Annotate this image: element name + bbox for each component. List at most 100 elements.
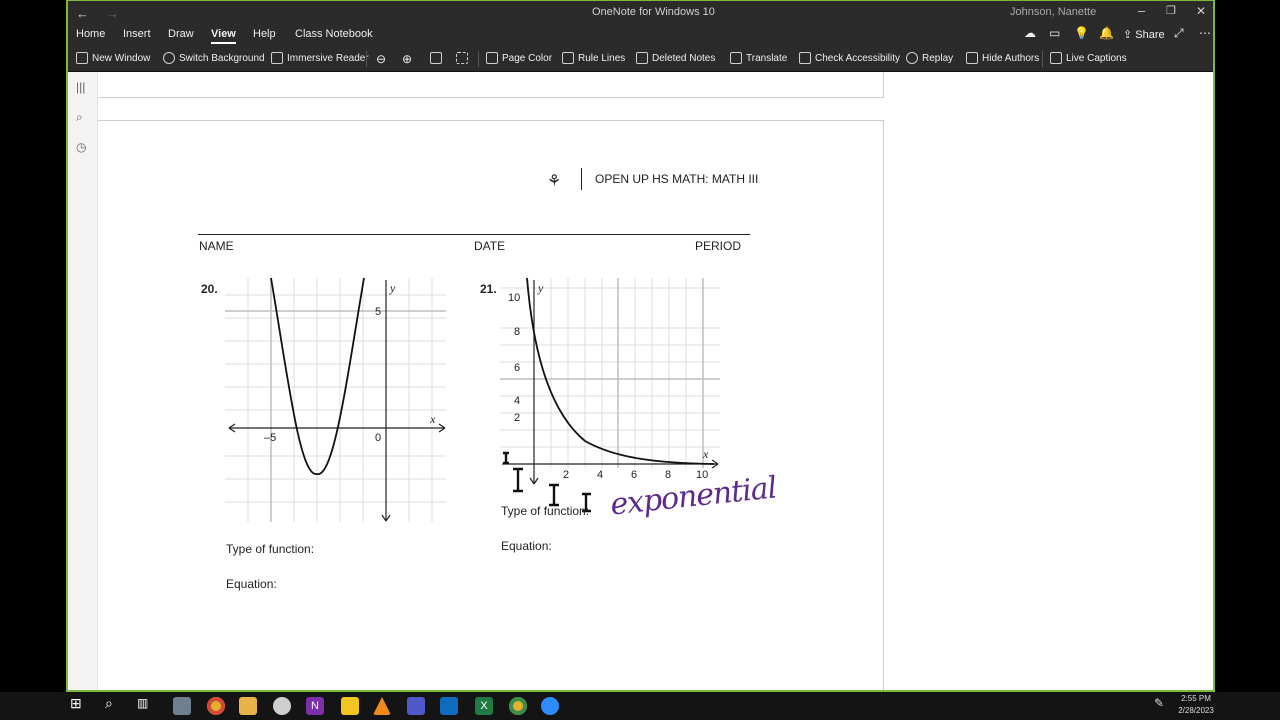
page-color-icon [486, 52, 498, 64]
problem-20-number: 20. [201, 282, 218, 296]
tick-x-6: 6 [631, 469, 637, 481]
left-nav: ||| ⌕ ◷ [68, 72, 98, 690]
user-name[interactable]: Johnson, Nanette [1010, 6, 1096, 18]
y-axis-label: y [537, 281, 544, 295]
clock-time[interactable]: 2:55 PM [1172, 694, 1220, 703]
switch-background-button[interactable]: Switch Background [163, 52, 265, 64]
hide-authors-button[interactable]: Hide Authors [966, 52, 1039, 64]
share-label: Share [1135, 29, 1165, 41]
translate-label: Translate [746, 52, 788, 64]
live-captions-button[interactable]: Live Captions [1050, 52, 1127, 64]
menu-class-notebook[interactable]: Class Notebook [295, 28, 373, 40]
more-options-icon[interactable]: ⋯ [1199, 26, 1211, 40]
onenote-window: ← → OneNote for Windows 10 Johnson, Nane… [66, 0, 1215, 692]
page-width-icon[interactable] [430, 52, 442, 64]
window-title: OneNote for Windows 10 [592, 6, 715, 18]
recent-clock-icon[interactable]: ◷ [76, 140, 86, 154]
header-divider [581, 168, 582, 190]
windows-start-icon[interactable]: ⊞ [70, 695, 88, 713]
live-captions-label: Live Captions [1066, 52, 1127, 64]
onenote-icon[interactable]: N [306, 697, 324, 715]
ribbon-divider [478, 51, 479, 67]
search-icon[interactable]: ⌕ [105, 695, 123, 713]
name-line [198, 234, 750, 235]
x-axis-label: x [702, 447, 709, 461]
period-label: PERIOD [695, 239, 742, 253]
zoom-in-icon[interactable]: ⊕ [402, 52, 412, 66]
restore-icon[interactable]: ❐ [1166, 4, 1176, 17]
fit-page-icon[interactable] [456, 52, 468, 64]
new-window-label: New Window [92, 52, 151, 64]
tick-x-neg5: –5 [264, 432, 276, 444]
page-color-button[interactable]: Page Color [486, 52, 552, 64]
chrome-icon[interactable] [207, 697, 225, 715]
accessibility-icon [799, 52, 811, 64]
ribbon-divider [1042, 51, 1043, 67]
check-accessibility-label: Check Accessibility [815, 52, 901, 64]
captions-icon [1050, 52, 1062, 64]
translate-icon [730, 52, 742, 64]
task-view-icon[interactable]: ▥ [137, 696, 155, 714]
name-label: NAME [199, 239, 234, 253]
x-axis-label: x [429, 412, 436, 426]
immersive-reader-button[interactable]: Immersive Reader [271, 52, 369, 64]
pen-icon[interactable]: ✎ [1154, 696, 1172, 714]
publisher-logo-icon: ⚘ [547, 173, 562, 190]
zoom-out-icon[interactable]: ⊖ [376, 52, 386, 66]
app-icon[interactable] [273, 697, 291, 715]
notebooks-icon[interactable]: ||| [76, 80, 85, 94]
check-accessibility-button[interactable]: Check Accessibility [799, 52, 900, 64]
translate-button[interactable]: Translate [730, 52, 787, 64]
back-arrow-icon[interactable]: ← [76, 6, 89, 21]
zoom-icon[interactable] [541, 697, 559, 715]
previous-page-edge [98, 72, 884, 98]
calculator-icon[interactable] [173, 697, 191, 715]
note-canvas[interactable]: ⚘ OPEN UP HS MATH: MATH III NAME DATE PE… [98, 72, 1213, 690]
menu-home[interactable]: Home [76, 28, 105, 40]
new-window-button[interactable]: New Window [76, 52, 150, 64]
menu-insert[interactable]: Insert [123, 28, 151, 40]
sticky-notes-icon[interactable] [341, 697, 359, 715]
menu-draw[interactable]: Draw [168, 28, 194, 40]
sync-icon[interactable]: ☁ [1024, 26, 1036, 40]
deleted-notes-button[interactable]: Deleted Notes [636, 52, 715, 64]
ribbon: New Window Switch Background Immersive R… [68, 45, 1213, 72]
tick-y-4: 4 [514, 395, 520, 407]
y-axis-label: y [389, 281, 396, 295]
tick-x-8: 8 [665, 469, 671, 481]
p21-equation-label: Equation: [501, 539, 552, 553]
tick-x-0: 0 [375, 432, 381, 444]
bell-icon[interactable]: 🔔 [1099, 26, 1114, 40]
teams-icon[interactable] [407, 697, 425, 715]
vlc-icon[interactable] [373, 697, 391, 715]
hide-authors-label: Hide Authors [982, 52, 1040, 64]
search-icon[interactable]: ⌕ [76, 110, 83, 125]
tick-y-5: 5 [375, 306, 381, 318]
page-width-shape [430, 52, 442, 64]
clock-date[interactable]: 2/28/2023 [1172, 706, 1220, 715]
minimize-icon[interactable]: – [1138, 3, 1145, 18]
outlook-icon[interactable] [440, 697, 458, 715]
moon-icon [163, 52, 175, 64]
share-button[interactable]: ⇪ Share [1123, 28, 1165, 41]
tick-y-2: 2 [514, 412, 520, 424]
p20-type-label: Type of function: [226, 542, 315, 556]
menu-view[interactable]: View [211, 28, 236, 44]
rule-lines-button[interactable]: Rule Lines [562, 52, 625, 64]
notifications-page-icon[interactable]: ▭ [1049, 26, 1060, 40]
problem-20-graph: –5 0 5 x y [225, 278, 446, 522]
replay-button[interactable]: Replay [906, 52, 953, 64]
immersive-reader-label: Immersive Reader [287, 52, 369, 64]
date-label: DATE [474, 239, 506, 253]
file-explorer-icon[interactable] [239, 697, 257, 715]
screen: ← → OneNote for Windows 10 Johnson, Nane… [0, 0, 1280, 720]
excel-icon[interactable]: X [475, 697, 493, 715]
menu-help[interactable]: Help [253, 28, 276, 40]
tell-me-icon[interactable]: 💡 [1074, 26, 1089, 40]
trash-icon [636, 52, 648, 64]
tick-y-6: 6 [514, 362, 520, 374]
tick-y-10: 10 [508, 292, 520, 304]
chrome-icon-2[interactable] [509, 697, 527, 715]
fullscreen-icon[interactable]: ⤢ [1174, 26, 1184, 41]
close-icon[interactable]: ✕ [1196, 4, 1206, 18]
